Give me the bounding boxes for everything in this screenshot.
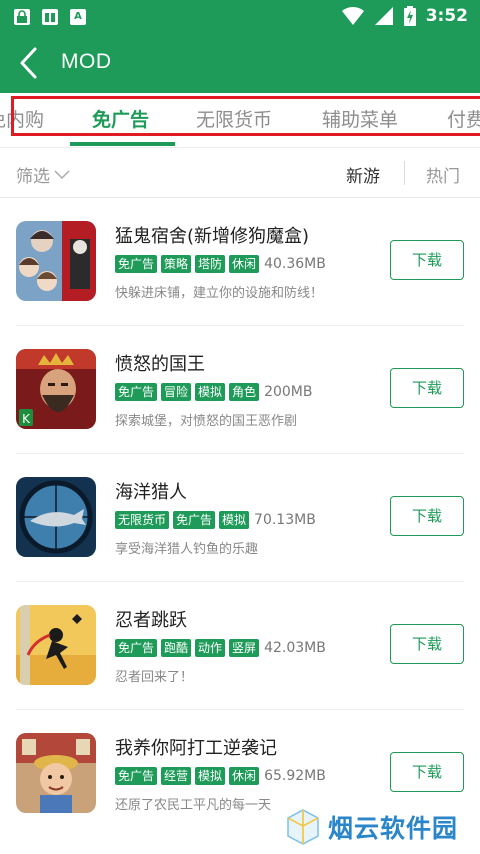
lock-icon bbox=[14, 9, 30, 25]
sort-hot-button[interactable]: 热门 bbox=[426, 162, 460, 187]
game-name: 我养你阿打工逆袭记 bbox=[115, 738, 277, 759]
tag: 竖屏 bbox=[229, 639, 260, 657]
sort-new-button[interactable]: 新游 bbox=[346, 162, 380, 187]
app-a-icon: A bbox=[70, 9, 86, 25]
chevron-down-icon bbox=[54, 169, 70, 179]
filter-dropdown[interactable]: 筛选 bbox=[16, 162, 70, 187]
download-button[interactable]: 下载 bbox=[390, 240, 464, 280]
tag: 免广告 bbox=[115, 383, 158, 401]
battery-charging-icon bbox=[403, 6, 416, 26]
tab-no-iap[interactable]: 免内购 bbox=[0, 105, 44, 132]
tag: 塔防 bbox=[195, 255, 226, 273]
download-button[interactable]: 下载 bbox=[390, 496, 464, 536]
tag: 休闲 bbox=[229, 767, 260, 785]
tag: 无限货币 bbox=[115, 511, 170, 529]
game-list-item[interactable]: 海洋猎人 无限货币 免广告 模拟 70.13MB 享受海洋猎人钓鱼的乐趣 下载 bbox=[0, 454, 480, 582]
game-name: 海洋猎人 bbox=[115, 482, 187, 503]
tag: 冒险 bbox=[161, 383, 192, 401]
active-tab-indicator bbox=[70, 142, 175, 146]
game-name: 愤怒的国王 bbox=[115, 354, 205, 375]
download-button[interactable]: 下载 bbox=[390, 752, 464, 792]
sort-divider bbox=[404, 161, 405, 185]
watermark-text: 烟云软件园 bbox=[328, 814, 459, 843]
file-size: 42.03MB bbox=[264, 640, 326, 656]
game-thumbnail-angry-king: K bbox=[16, 349, 96, 429]
cube-logo-icon bbox=[287, 809, 319, 845]
filter-bar: 筛选 新游 热门 bbox=[0, 147, 480, 198]
tag: 跑酷 bbox=[161, 639, 192, 657]
tag: 模拟 bbox=[195, 767, 226, 785]
game-description: 忍者回来了！ bbox=[115, 670, 194, 685]
tab-assist-menu[interactable]: 辅助菜单 bbox=[322, 105, 398, 132]
file-size: 70.13MB bbox=[254, 512, 316, 528]
game-tags: 无限货币 免广告 模拟 70.13MB bbox=[115, 511, 316, 529]
tag: 免广告 bbox=[115, 255, 158, 273]
page-title: MOD bbox=[61, 50, 112, 73]
tag: 策略 bbox=[161, 255, 192, 273]
file-size: 200MB bbox=[264, 384, 313, 400]
game-tags: 免广告 冒险 模拟 角色 200MB bbox=[115, 383, 312, 401]
game-description: 享受海洋猎人钓鱼的乐趣 bbox=[115, 542, 259, 557]
tag: 模拟 bbox=[219, 511, 250, 529]
file-size: 65.92MB bbox=[264, 768, 326, 784]
tab-paid[interactable]: 付费 bbox=[447, 105, 480, 132]
tag: 免广告 bbox=[173, 511, 216, 529]
tag: 免广告 bbox=[115, 767, 158, 785]
filter-label: 筛选 bbox=[16, 167, 50, 187]
tab-no-ads[interactable]: 免广告 bbox=[92, 105, 149, 132]
game-thumbnail-ghost-dorm bbox=[16, 221, 96, 301]
tag: 模拟 bbox=[195, 383, 226, 401]
game-description: 还原了农民工平凡的每一天 bbox=[115, 798, 272, 813]
wifi-icon bbox=[341, 6, 364, 26]
back-arrow-icon[interactable] bbox=[12, 45, 48, 81]
clock: 3:52 bbox=[425, 6, 468, 26]
game-tags: 免广告 策略 塔防 休闲 40.36MB bbox=[115, 255, 326, 273]
game-list-item[interactable]: K 愤怒的国王 免广告 冒险 模拟 角色 200MB 探索城堡，对愤怒的国王恶作… bbox=[0, 326, 480, 454]
game-thumbnail-worker-story bbox=[16, 733, 96, 813]
tag: 经营 bbox=[161, 767, 192, 785]
tag: 动作 bbox=[195, 639, 226, 657]
game-name: 猛鬼宿舍(新增修狗魔盒) bbox=[115, 226, 310, 247]
file-size: 40.36MB bbox=[264, 256, 326, 272]
game-list-item[interactable]: 猛鬼宿舍(新增修狗魔盒) 免广告 策略 塔防 休闲 40.36MB 快躲进床铺，… bbox=[0, 198, 480, 326]
app-bar: MOD bbox=[0, 33, 480, 93]
game-description: 快躲进床铺，建立你的设施和防线！ bbox=[115, 286, 324, 301]
svg-text:K: K bbox=[22, 412, 31, 426]
game-name: 忍者跳跃 bbox=[115, 610, 187, 631]
signal-icon bbox=[374, 7, 393, 25]
game-thumbnail-ocean-hunter bbox=[16, 477, 96, 557]
watermark: 烟云软件园 bbox=[286, 806, 476, 848]
game-description: 探索城堡，对愤怒的国王恶作剧 bbox=[115, 414, 298, 429]
tag: 角色 bbox=[229, 383, 260, 401]
download-button[interactable]: 下载 bbox=[390, 624, 464, 664]
game-list-item[interactable]: 忍者跳跃 免广告 跑酷 动作 竖屏 42.03MB 忍者回来了！ 下载 bbox=[0, 582, 480, 710]
game-tags: 免广告 跑酷 动作 竖屏 42.03MB bbox=[115, 639, 326, 657]
category-tabs: 免内购 免广告 无限货币 辅助菜单 付费 bbox=[0, 93, 480, 147]
game-tags: 免广告 经营 模拟 休闲 65.92MB bbox=[115, 767, 326, 785]
status-bar: A 3:52 bbox=[0, 0, 480, 33]
tag: 休闲 bbox=[229, 255, 260, 273]
book-icon bbox=[42, 9, 58, 25]
game-thumbnail-ninja-jump bbox=[16, 605, 96, 685]
tab-unlimited-currency[interactable]: 无限货币 bbox=[196, 105, 272, 132]
download-button[interactable]: 下载 bbox=[390, 368, 464, 408]
tag: 免广告 bbox=[115, 639, 158, 657]
